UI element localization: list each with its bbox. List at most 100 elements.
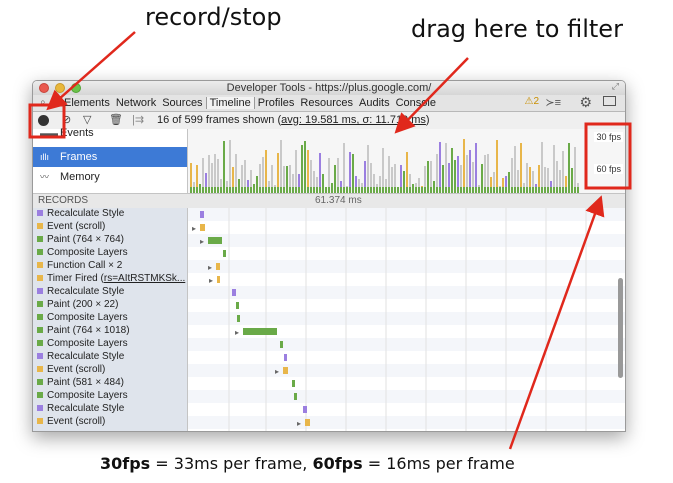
tab-network[interactable]: Network [113, 97, 159, 109]
expand-arrow-icon[interactable]: ▸ [297, 419, 301, 428]
frame-bar[interactable] [382, 148, 384, 193]
record-bar[interactable] [294, 393, 297, 400]
record-row[interactable]: Event (scroll) [33, 416, 187, 428]
frame-bar[interactable] [265, 150, 267, 193]
record-bar[interactable] [284, 354, 287, 361]
record-row[interactable]: Timer Fired (rs=AItRSTMKSk... [33, 273, 187, 285]
record-bar[interactable] [303, 406, 307, 413]
frames-overview[interactable]: 30 fps 60 fps [188, 129, 625, 193]
record-row[interactable]: Composite Layers [33, 390, 187, 402]
record-row[interactable]: Function Call × 2 [33, 260, 187, 272]
frame-bar[interactable] [223, 141, 225, 193]
fps30-caption-text: = 33ms per frame, [150, 454, 313, 473]
frames-stats-close: ) [425, 114, 430, 126]
frame-bar[interactable] [301, 145, 303, 193]
record-category-swatch [37, 366, 43, 372]
fullscreen-icon[interactable]: ⤢ [612, 81, 619, 92]
sidebar-item-memory[interactable]: 〰 Memory [33, 167, 187, 187]
record-row[interactable]: Composite Layers [33, 312, 187, 324]
search-icon[interactable]: ⌕ [40, 97, 46, 108]
record-row[interactable]: Event (scroll) [33, 221, 187, 233]
frame-bar[interactable] [514, 146, 516, 193]
record-source-link[interactable]: rs=AItRSTMKSk... [104, 273, 185, 284]
frame-bar[interactable] [439, 142, 441, 193]
frame-bar[interactable] [307, 150, 309, 193]
expand-arrow-icon[interactable]: ▸ [192, 224, 196, 233]
tab-elements[interactable]: Elements [61, 97, 113, 109]
record-label: Composite Layers [47, 312, 128, 323]
frames-stats-link[interactable]: avg: 19.581 ms, σ: 11.710 ms [281, 114, 426, 126]
vertical-scrollbar[interactable] [618, 278, 623, 378]
frame-bar[interactable] [574, 147, 576, 193]
record-bar[interactable] [283, 367, 288, 374]
frame-bar[interactable] [562, 151, 564, 193]
frame-bar[interactable] [349, 152, 351, 193]
timeline-mode-sidebar: ▬▬ Events ıllı Frames 〰 Memory [33, 127, 188, 193]
frame-bar[interactable] [229, 140, 231, 193]
record-row[interactable]: Paint (764 × 1018) [33, 325, 187, 337]
frame-bar[interactable] [568, 143, 570, 193]
record-bar[interactable] [232, 289, 236, 296]
record-bar[interactable] [237, 315, 240, 322]
frame-bar[interactable] [475, 143, 477, 193]
console-drawer-icon[interactable]: ≻≡ [545, 96, 561, 109]
record-bar[interactable] [236, 302, 239, 309]
sidebar-item-frames[interactable]: ıllı Frames [33, 147, 187, 167]
record-bar[interactable] [223, 250, 226, 257]
dock-icon[interactable] [603, 96, 616, 106]
frame-bar[interactable] [367, 145, 369, 193]
record-bar[interactable] [200, 211, 204, 218]
expand-arrow-icon[interactable]: ▸ [200, 237, 204, 246]
frame-bar[interactable] [280, 140, 282, 193]
record-row[interactable]: Recalculate Style [33, 351, 187, 363]
frame-bar[interactable] [295, 150, 297, 193]
record-bar[interactable] [200, 224, 205, 231]
tab-resources[interactable]: Resources [297, 97, 356, 109]
expand-arrow-icon[interactable]: ▸ [208, 263, 212, 272]
frame-bar[interactable] [445, 143, 447, 193]
record-bar[interactable] [280, 341, 283, 348]
record-bar[interactable] [292, 380, 295, 387]
record-bar[interactable] [243, 328, 277, 335]
frame-bar[interactable] [406, 152, 408, 193]
frame-bar[interactable] [553, 145, 555, 193]
tab-profiles[interactable]: Profiles [255, 97, 298, 109]
record-row[interactable]: Composite Layers [33, 247, 187, 259]
tab-timeline[interactable]: Timeline [205, 97, 255, 109]
record-row[interactable]: Paint (200 × 22) [33, 299, 187, 311]
tab-sources[interactable]: Sources [159, 97, 205, 109]
record-row[interactable]: Paint (764 × 764) [33, 234, 187, 246]
record-row[interactable]: Event (scroll) [33, 364, 187, 376]
record-label: Paint (581 × 484) [47, 377, 124, 388]
devtools-window: Developer Tools - https://plus.google.co… [32, 80, 626, 432]
record-row[interactable]: Composite Layers [33, 338, 187, 350]
gear-icon[interactable]: ⚙ [579, 94, 592, 111]
record-bar[interactable] [217, 276, 220, 283]
record-bar[interactable] [305, 419, 310, 426]
tab-console[interactable]: Console [393, 97, 439, 109]
frame-bar[interactable] [304, 141, 306, 193]
record-bar[interactable] [208, 237, 222, 244]
tab-audits[interactable]: Audits [356, 97, 393, 109]
warning-count[interactable]: ⚠2 [524, 96, 539, 107]
sidebar-item-events[interactable]: ▬▬ Events [33, 127, 187, 147]
frame-bar[interactable] [496, 140, 498, 193]
record-row[interactable]: Recalculate Style [33, 403, 187, 415]
frame-bar[interactable] [469, 150, 471, 193]
frames-overview-bars[interactable] [188, 129, 625, 193]
expand-arrow-icon[interactable]: ▸ [275, 367, 279, 376]
record-row[interactable]: Paint (581 × 484) [33, 377, 187, 389]
record-button[interactable] [38, 115, 49, 126]
warning-count-value: 2 [533, 96, 539, 107]
frame-bar[interactable] [463, 139, 465, 193]
expand-arrow-icon[interactable]: ▸ [235, 328, 239, 337]
frame-bar[interactable] [343, 143, 345, 193]
frame-bar[interactable] [451, 148, 453, 193]
expand-arrow-icon[interactable]: ▸ [209, 276, 213, 285]
record-bar[interactable] [216, 263, 220, 270]
frame-bar[interactable] [520, 143, 522, 193]
record-category-swatch [37, 418, 43, 424]
record-row[interactable]: Recalculate Style [33, 208, 187, 220]
frame-bar[interactable] [541, 142, 543, 193]
record-row[interactable]: Recalculate Style [33, 286, 187, 298]
